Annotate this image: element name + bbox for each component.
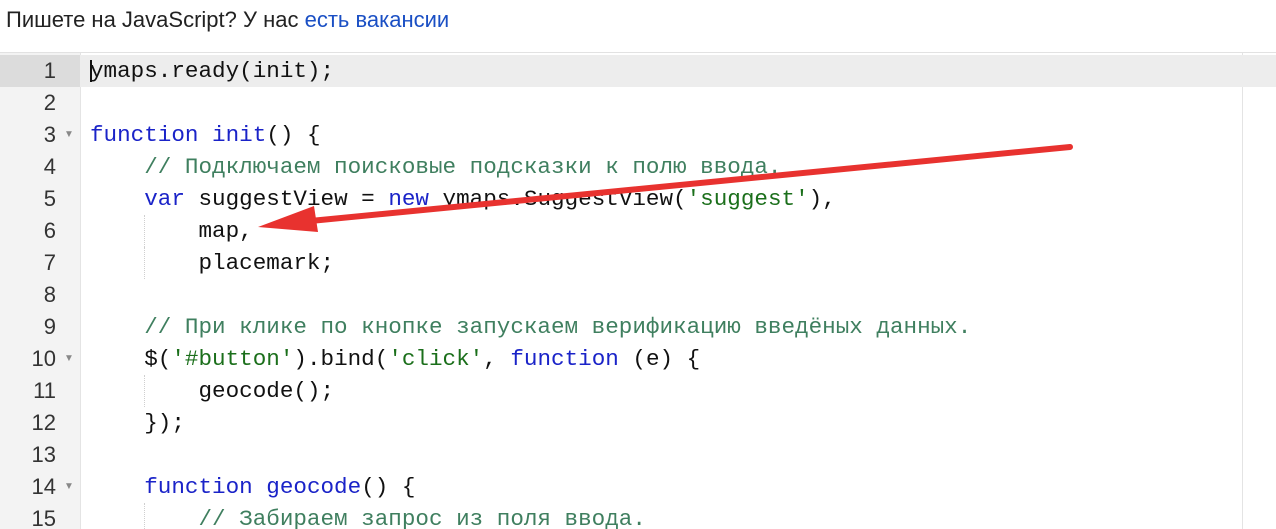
- code-text: function init() {: [90, 119, 321, 151]
- code-token: map,: [90, 218, 253, 244]
- code-line[interactable]: 2: [0, 87, 1276, 119]
- text-cursor: [90, 60, 92, 82]
- code-token: placemark;: [90, 250, 335, 276]
- code-token: 'suggest': [686, 186, 809, 212]
- line-number: 6: [43, 218, 56, 243]
- line-number: 1: [0, 55, 80, 87]
- code-line[interactable]: 4 // Подключаем поисковые подсказки к по…: [0, 151, 1276, 183]
- code-token: '#button': [171, 346, 294, 372]
- code-token: () {: [266, 122, 321, 148]
- code-text: var suggestView = new ymaps.SuggestView(…: [90, 183, 836, 215]
- code-text: geocode();: [90, 375, 334, 407]
- vacancy-banner: Пишете на JavaScript? У нас есть ваканси…: [0, 0, 1276, 46]
- code-token: (e) {: [618, 346, 701, 372]
- code-token: new: [388, 186, 429, 212]
- code-text: ymaps.ready(init);: [90, 55, 334, 87]
- code-text: // Подключаем поисковые подсказки к полю…: [90, 151, 781, 183]
- line-number: 4: [43, 154, 56, 179]
- code-line[interactable]: 8: [0, 279, 1276, 311]
- line-number: 7: [43, 250, 56, 275]
- code-token: $(: [90, 346, 172, 372]
- code-line[interactable]: 11 geocode();: [0, 375, 1276, 407]
- code-token: ),: [808, 186, 836, 212]
- line-number: 11: [33, 378, 56, 403]
- code-line[interactable]: 12 });: [0, 407, 1276, 439]
- code-token: suggestView =: [184, 186, 389, 212]
- line-number: 12: [31, 410, 56, 435]
- code-token: ,: [483, 346, 511, 372]
- code-token: () {: [361, 474, 416, 500]
- code-text: });: [90, 407, 185, 439]
- code-token: ymaps.SuggestView(: [429, 186, 687, 212]
- code-token: ymaps.ready(init);: [90, 58, 335, 84]
- code-text: // Забираем запрос из поля ввода.: [90, 503, 646, 529]
- line-number: 13: [31, 442, 56, 467]
- code-line[interactable]: 5 var suggestView = new ymaps.SuggestVie…: [0, 183, 1276, 215]
- code-text: map,: [90, 215, 253, 247]
- code-token: // Подключаем поисковые подсказки к полю…: [144, 154, 782, 180]
- code-line[interactable]: 9 // При клике по кнопке запускаем вериф…: [0, 311, 1276, 343]
- code-text: $('#button').bind('click', function (e) …: [90, 343, 700, 375]
- line-number: 15: [31, 506, 56, 529]
- code-token: });: [90, 410, 185, 436]
- code-token: // При клике по кнопке запускаем верифик…: [144, 314, 972, 340]
- fold-toggle-icon[interactable]: ▼: [64, 343, 76, 375]
- code-token: // Забираем запрос из поля ввода.: [198, 506, 646, 529]
- code-token: 'click': [388, 346, 484, 372]
- code-line[interactable]: 7 placemark;: [0, 247, 1276, 279]
- code-token: var: [144, 186, 185, 212]
- code-token: ).bind(: [293, 346, 389, 372]
- code-line[interactable]: 1 ymaps.ready(init);: [0, 55, 1276, 87]
- banner-text: Пишете на JavaScript? У нас: [6, 7, 305, 32]
- fold-toggle-icon[interactable]: ▼: [64, 471, 76, 503]
- code-token: init: [212, 122, 267, 148]
- line-number: 8: [43, 282, 56, 307]
- code-token: function: [144, 474, 253, 500]
- code-lines: 1 ymaps.ready(init); 2 3 ▼ function init() {4…: [0, 55, 1276, 529]
- code-line[interactable]: 14 ▼ function geocode() {: [0, 471, 1276, 503]
- line-number: 5: [43, 186, 56, 211]
- code-line[interactable]: 6 map,: [0, 215, 1276, 247]
- code-text: // При клике по кнопке запускаем верифик…: [90, 311, 971, 343]
- code-token: geocode: [266, 474, 362, 500]
- code-text: placemark;: [90, 247, 334, 279]
- vacancies-link[interactable]: есть вакансии: [305, 7, 450, 32]
- code-line[interactable]: 10 ▼ $('#button').bind('click', function …: [0, 343, 1276, 375]
- line-number: 9: [43, 314, 56, 339]
- code-text: function geocode() {: [90, 471, 415, 503]
- code-line[interactable]: 3 ▼ function init() {: [0, 119, 1276, 151]
- code-token: function: [510, 346, 619, 372]
- code-editor[interactable]: 1 ymaps.ready(init); 2 3 ▼ function init() {4…: [0, 52, 1276, 529]
- code-token: function: [90, 122, 199, 148]
- fold-toggle-icon[interactable]: ▼: [64, 119, 76, 151]
- code-line[interactable]: 15 // Забираем запрос из поля ввода.: [0, 503, 1276, 529]
- code-line[interactable]: 13: [0, 439, 1276, 471]
- line-number: 2: [43, 90, 56, 115]
- code-token: geocode();: [90, 378, 335, 404]
